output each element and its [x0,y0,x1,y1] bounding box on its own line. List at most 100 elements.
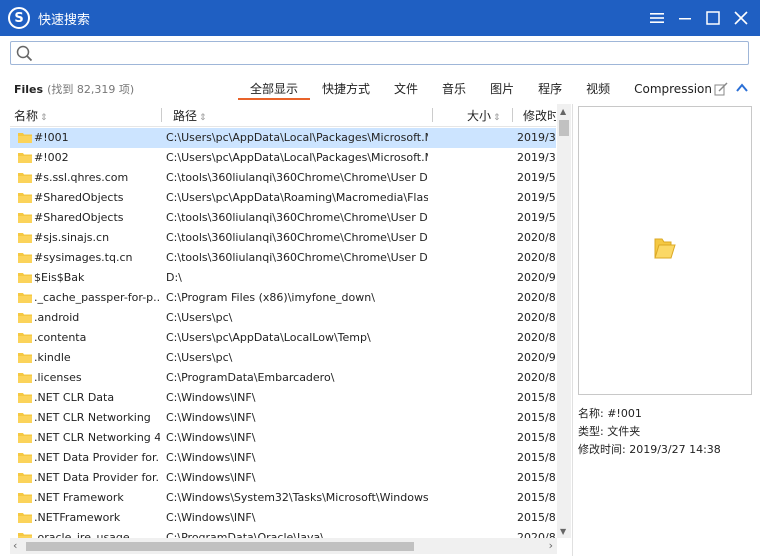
column-modified-label: 修改时 [523,109,556,123]
table-row[interactable]: .NET Data Provider for... C:\Windows\INF\… [10,468,556,488]
maximize-button[interactable] [700,5,726,31]
scroll-thumb[interactable] [26,542,414,551]
folder-icon [18,253,32,263]
window-controls [642,0,754,36]
detail-type: 类型: 文件夹 [578,425,641,438]
edit-icon[interactable] [714,82,728,96]
table-row[interactable]: $Eis$Bak D:\ 2020/9/ [10,268,556,288]
cell-name: .NET Data Provider for... [34,451,160,464]
table-row[interactable]: #!002 C:\Users\pc\AppData\Local\Packages\… [10,148,556,168]
cell-modified: 2015/8/ [517,411,555,424]
cell-modified: 2020/8/ [517,231,555,244]
cell-name: #SharedObjects [34,191,124,204]
cell-modified: 2020/8/ [517,251,555,264]
cell-name: ._cache_passper-for-p... [34,291,160,304]
vertical-scrollbar[interactable]: ▲ ▼ [557,104,571,538]
pane-divider[interactable] [572,104,573,556]
files-label: Files [14,83,44,96]
table-row[interactable]: .NETFramework C:\Windows\INF\ 2015/8/ [10,508,556,528]
cell-path: D:\ [166,271,182,284]
tab-programs[interactable]: 程序 [526,80,574,100]
column-divider[interactable] [161,108,162,122]
table-row[interactable]: .NET CLR Data C:\Windows\INF\ 2015/8/ [10,388,556,408]
table-row[interactable]: ._cache_passper-for-p... C:\Program Files… [10,288,556,308]
scroll-down-icon[interactable]: ▼ [560,527,566,536]
table-row[interactable]: .NET CLR Networking C:\Windows\INF\ 2015/8… [10,408,556,428]
table-row[interactable]: #!001 C:\Users\pc\AppData\Local\Packages\… [10,128,556,148]
cell-name: .NET CLR Networking [34,411,151,424]
folder-icon [18,273,32,283]
cell-modified: 2015/8/ [517,451,555,464]
tab-compression[interactable]: Compression [622,80,724,100]
table-row[interactable]: #SharedObjects C:\tools\360liulanqi\360Ch… [10,208,556,228]
search-box [10,41,749,65]
menu-button[interactable] [644,5,670,31]
tab-all[interactable]: 全部显示 [238,80,311,100]
cell-name: .NET CLR Data [34,391,115,404]
cell-name: .NET CLR Networking 4... [34,431,160,444]
column-size-label: 大小 [467,109,492,123]
folder-icon [18,293,32,303]
cell-path: C:\tools\360liulanqi\360Chrome\Chrome\Us… [166,251,428,264]
cell-name: #sysimages.tq.cn [34,251,133,264]
tab-pictures[interactable]: 图片 [478,80,526,100]
close-button[interactable] [728,5,754,31]
scroll-up-icon[interactable]: ▲ [560,107,566,116]
column-name-label: 名称 [14,109,39,123]
cell-path: C:\Users\pc\AppData\Local\Packages\Micro… [166,151,428,164]
scroll-right-icon[interactable]: › [549,539,553,552]
minimize-icon [679,18,691,20]
horizontal-scrollbar[interactable]: ‹ › [10,538,557,554]
column-divider[interactable] [432,108,433,122]
cell-path: C:\tools\360liulanqi\360Chrome\Chrome\Us… [166,211,428,224]
table-row[interactable]: #s.ssl.qhres.com C:\tools\360liulanqi\360… [10,168,556,188]
table-row[interactable]: .NET Framework C:\Windows\System32\Tasks\… [10,488,556,508]
table-row[interactable]: .android C:\Users\pc\ 2020/8/ [10,308,556,328]
search-input[interactable] [37,44,741,64]
files-summary: Files (找到 82,319 项) [14,81,134,97]
column-header-name[interactable]: 名称 ⇕ [14,107,48,124]
window-title: 快速搜索 [38,12,91,28]
tab-files[interactable]: 文件 [382,80,430,100]
cell-name: #!001 [34,131,69,144]
column-header-modified[interactable]: 修改时 [523,107,556,124]
cell-modified: 2019/5/ [517,191,555,204]
cell-name: .NETFramework [34,511,121,524]
sort-icon: ⇕ [199,113,207,123]
folder-icon [18,173,32,183]
tab-music[interactable]: 音乐 [430,80,478,100]
result-count: (找到 82,319 项) [47,83,135,96]
table-row[interactable]: .NET CLR Networking 4... C:\Windows\INF\ 2… [10,428,556,448]
folder-icon [18,513,32,523]
column-header-size[interactable]: 大小 ⇕ [467,107,501,124]
table-row[interactable]: .contenta C:\Users\pc\AppData\LocalLow\Te… [10,328,556,348]
table-row[interactable]: .licenses C:\ProgramData\Embarcadero\ 2020… [10,368,556,388]
table-row[interactable]: .NET Data Provider for... C:\Windows\INF\… [10,448,556,468]
minimize-button[interactable] [672,5,698,31]
cell-modified: 2015/8/ [517,511,555,524]
cell-modified: 2020/9/ [517,351,555,364]
cell-modified: 2020/9/ [517,271,555,284]
folder-icon [18,373,32,383]
cell-modified: 2020/8/ [517,311,555,324]
table-row[interactable]: #sysimages.tq.cn C:\tools\360liulanqi\360… [10,248,556,268]
folder-icon [18,233,32,243]
table-body: #!001 C:\Users\pc\AppData\Local\Packages\… [10,128,556,548]
tab-shortcuts[interactable]: 快捷方式 [310,80,382,100]
table-row[interactable]: #SharedObjects C:\Users\pc\AppData\Roamin… [10,188,556,208]
folder-icon [18,193,32,203]
chevron-up-icon[interactable] [735,81,749,95]
table-row[interactable]: #sjs.sinajs.cn C:\tools\360liulanqi\360Ch… [10,228,556,248]
column-divider[interactable] [512,108,513,122]
cell-name: .contenta [34,331,87,344]
tab-videos[interactable]: 视频 [574,80,622,100]
cell-modified: 2019/5/ [517,171,555,184]
cell-path: C:\Program Files (x86)\imyfone_down\ [166,291,375,304]
folder-icon [18,413,32,423]
detail-modified: 修改时间: 2019/3/27 14:38 [578,443,721,456]
table-row[interactable]: .kindle C:\Users\pc\ 2020/9/ [10,348,556,368]
scroll-left-icon[interactable]: ‹ [13,539,17,552]
cell-path: C:\Users\pc\ [166,351,233,364]
scroll-thumb[interactable] [559,120,569,136]
column-header-path[interactable]: 路径 ⇕ [173,107,207,124]
